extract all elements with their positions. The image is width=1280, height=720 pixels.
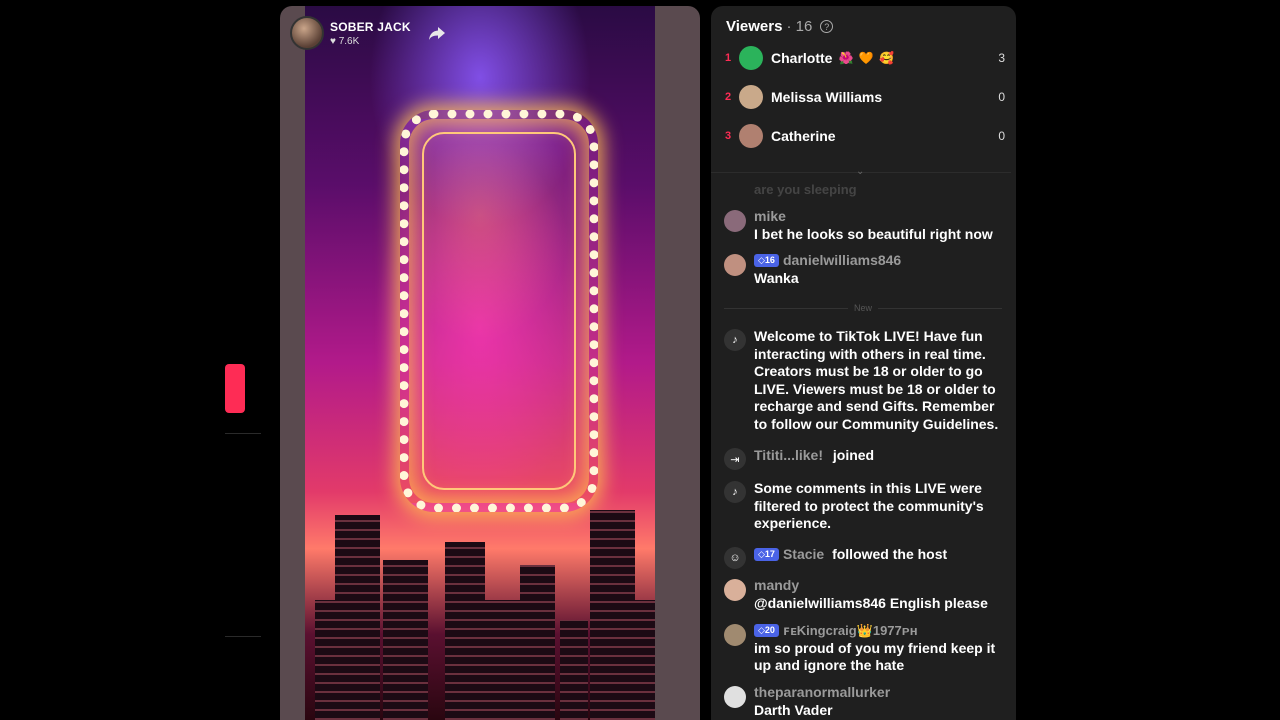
chat-message: ◇16 danielwilliams846 Wanka [724,252,1009,287]
faded-comment: are you sleeping [754,182,857,197]
level-badge: ◇17 [754,548,779,561]
chat-message: ◇20 ꜰᴇKingcraig👑1977ᴘʜ im so proud of you… [724,622,1009,675]
chat-text: Wanka [754,269,799,286]
chat-username[interactable]: mandy [754,577,988,595]
chat-message: mike I bet he looks so beautiful right n… [724,208,1009,243]
marquee-frame [400,110,598,512]
avatar[interactable] [724,686,746,708]
avatar[interactable] [724,210,746,232]
sidebar-accent-tab[interactable] [225,364,245,413]
host-likes: ♥ 7.6K [330,35,360,47]
live-video-player[interactable]: SOBER JACK ♥ 7.6K [280,6,700,720]
chat-message: mandy @danielwilliams846 English please [724,577,1009,612]
system-text: Welcome to TikTok LIVE! Have fun interac… [754,328,999,432]
system-message: ♪ Welcome to TikTok LIVE! Have fun inter… [724,328,1009,433]
chat-text: followed the host [832,546,948,562]
follow-message: ☺ ◇17 Stacie followed the host [724,546,1009,569]
host-name[interactable]: SOBER JACK [330,20,411,34]
viewer-row[interactable]: 2 Melissa Williams 0 [725,83,1005,111]
avatar[interactable] [724,579,746,601]
live-side-panel: Viewers · 16 ? 1 Charlotte 🌺 🧡 🥰 3 2 Mel… [711,6,1016,720]
avatar[interactable] [724,254,746,276]
viewer-badges: 🌺 🧡 🥰 [838,51,895,65]
chat-text: I bet he looks so beautiful right now [754,225,993,242]
sidebar-divider [225,433,261,434]
tiktok-icon: ♪ [724,481,746,503]
viewer-row[interactable]: 3 Catherine 0 [725,122,1005,150]
avatar [739,85,763,109]
chat-text: joined [832,447,875,463]
avatar [739,46,763,70]
chat-text: @danielwilliams846 English please [754,594,988,611]
city-skyline [305,480,655,720]
help-icon[interactable]: ? [820,20,834,33]
system-text: Some comments in this LIVE were filtered… [754,480,984,531]
viewer-row[interactable]: 1 Charlotte 🌺 🧡 🥰 3 [725,44,1005,72]
chat-username[interactable]: Stacie [783,546,824,562]
chat-text: Darth Vader [754,701,833,718]
follow-icon: ☺ [724,547,746,569]
level-badge: ◇16 [754,254,779,267]
host-info[interactable]: SOBER JACK ♥ 7.6K [290,16,411,50]
chat-username[interactable]: Tititi...like! [754,447,823,463]
chat-username[interactable]: theparanormallurker [754,684,890,702]
level-badge: ◇20 [754,624,779,637]
chat-message: theparanormallurker Darth Vader [724,684,1009,719]
chat-text: im so proud of you my friend keep it up … [754,639,996,674]
tiktok-icon: ♪ [724,329,746,351]
viewers-title: Viewers [726,18,783,35]
chat-username[interactable]: mike [754,208,993,226]
sidebar-divider [225,636,261,637]
avatar[interactable] [724,624,746,646]
join-icon: ⇥ [724,448,746,470]
new-messages-divider: New [724,303,1003,313]
chevron-down-icon[interactable]: ⌄ [856,166,864,177]
share-icon[interactable] [425,22,449,46]
chat-username[interactable]: danielwilliams846 [783,252,901,268]
viewers-header: Viewers · 16 ? [726,18,834,35]
viewers-count: · 16 [786,18,813,35]
host-avatar[interactable] [290,16,324,50]
avatar [739,124,763,148]
video-stage [305,6,655,720]
join-message: ⇥ Tititi...like! joined [724,447,1009,470]
system-message: ♪ Some comments in this LIVE were filter… [724,480,1009,533]
chat-username[interactable]: ꜰᴇKingcraig👑1977ᴘʜ [783,623,918,638]
